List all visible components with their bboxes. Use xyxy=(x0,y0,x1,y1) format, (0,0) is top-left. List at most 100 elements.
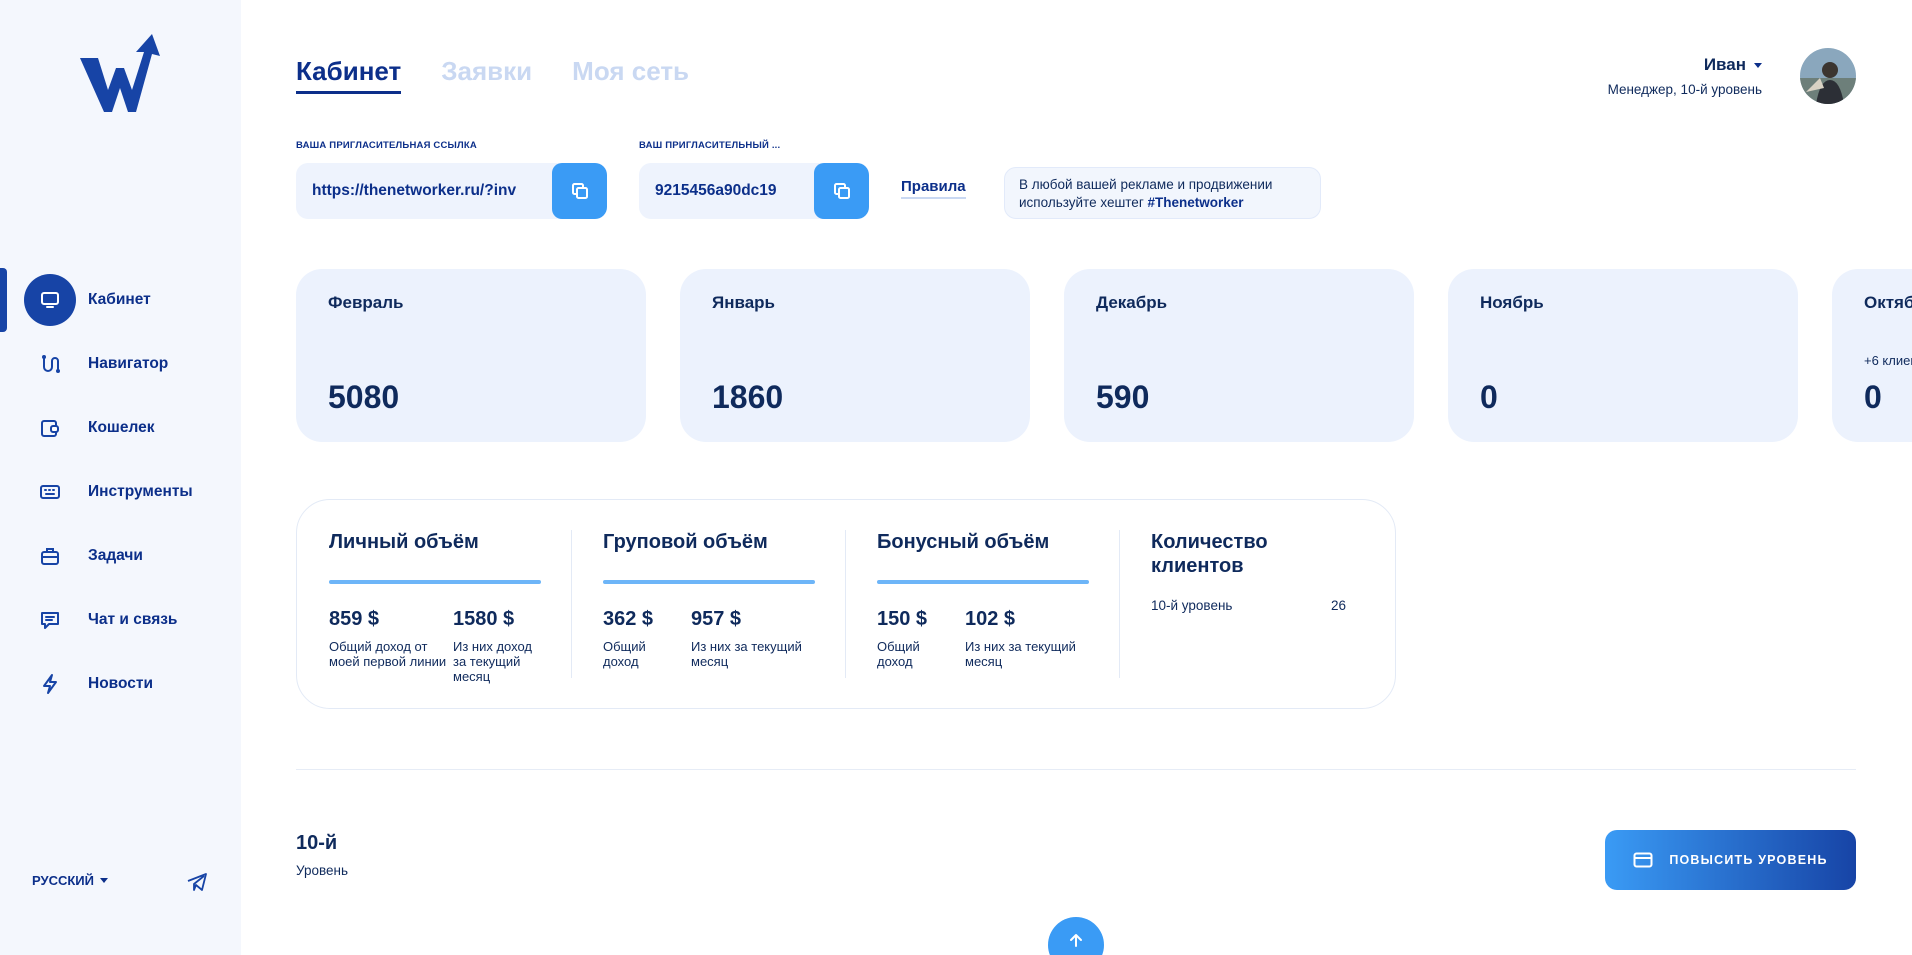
group-volume: Груповой объём 362 $ Общий доход 957 $ И… xyxy=(603,530,815,669)
month-name: Декабрь xyxy=(1096,293,1168,312)
volume-month: 957 $ xyxy=(691,608,742,630)
month-name: Январь xyxy=(712,293,776,312)
volume-title: Груповой объём xyxy=(603,531,768,553)
copy-icon xyxy=(833,183,850,199)
sidebar-item-label: Кабинет xyxy=(88,291,151,308)
sidebar: Кабинет Навигатор Кошелек Инструменты За… xyxy=(0,0,241,955)
user-menu[interactable]: Иван Менеджер, 10-й уровень xyxy=(1608,48,1856,104)
scroll-to-top-button[interactable] xyxy=(1048,917,1104,955)
copy-link-button[interactable] xyxy=(552,163,607,219)
month-value: 1860 xyxy=(712,379,784,415)
volume-month-desc: Из них за текущий месяц xyxy=(691,639,802,669)
volume-month-desc: Из них за текущий месяц xyxy=(965,639,1076,669)
card-icon xyxy=(1633,852,1653,868)
route-icon xyxy=(24,338,76,390)
clients-level-value: 26 xyxy=(1330,598,1346,613)
upgrade-level-button[interactable]: ПОВЫСИТЬ УРОВЕНЬ xyxy=(1605,830,1856,890)
sidebar-item-label: Навигатор xyxy=(88,355,169,372)
lightning-icon xyxy=(24,658,76,710)
wallet-icon xyxy=(24,402,76,454)
tab-cabinet[interactable]: Кабинет xyxy=(296,56,402,94)
sidebar-nav: Кабинет Навигатор Кошелек Инструменты За… xyxy=(0,268,241,716)
volume-month: 1580 $ xyxy=(453,608,515,630)
sidebar-item-label: Новости xyxy=(88,675,153,692)
month-card: Ноябрь 0 xyxy=(1448,269,1798,442)
sidebar-item-label: Чат и связь xyxy=(88,611,178,628)
sidebar-item-tools[interactable]: Инструменты xyxy=(0,460,241,524)
month-name: Октябрь xyxy=(1864,293,1912,312)
level-label: Уровень xyxy=(296,863,349,878)
logo-icon[interactable] xyxy=(78,30,162,114)
user-role: Менеджер, 10-й уровень xyxy=(1607,82,1762,97)
invite-code-caption: ВАШ ПРИГЛАСИТЕЛЬНЫЙ ... xyxy=(639,140,781,151)
month-value: 590 xyxy=(1096,379,1150,415)
divider xyxy=(1119,530,1120,678)
month-clients: +6 клиентов xyxy=(1864,353,1912,368)
sidebar-item-navigator[interactable]: Навигатор xyxy=(0,332,241,396)
month-card: Январь 1860 xyxy=(680,269,1030,442)
tab-my-network[interactable]: Моя сеть xyxy=(572,56,689,94)
month-card: Декабрь 590 xyxy=(1064,269,1414,442)
month-card: Октябрь +6 клиентов 0 xyxy=(1832,269,1912,442)
month-card: Февраль 5080 xyxy=(296,269,646,442)
volume-bar xyxy=(603,580,815,584)
header-tabs: Кабинет Заявки Моя сеть xyxy=(296,56,689,94)
volume-month-desc: Из них доход за текущий месяц xyxy=(453,639,533,684)
rules-link[interactable]: Правила xyxy=(901,178,966,199)
month-value: 5080 xyxy=(328,379,400,415)
month-value: 0 xyxy=(1480,379,1498,415)
invite-link-field: https://thenetworker.ru/?inv xyxy=(296,163,607,219)
month-name: Февраль xyxy=(328,293,404,312)
level-value: 10-й xyxy=(296,832,338,854)
volume-total-desc: Общий доход xyxy=(877,639,920,669)
monitor-icon xyxy=(24,274,76,326)
sidebar-item-tasks[interactable]: Задачи xyxy=(0,524,241,588)
volume-total: 362 $ xyxy=(603,608,654,630)
divider xyxy=(571,530,572,678)
language-selector[interactable]: РУССКИЙ xyxy=(32,873,108,888)
sidebar-item-wallet[interactable]: Кошелек xyxy=(0,396,241,460)
user-name: Иван xyxy=(1703,55,1746,74)
language-label: РУССКИЙ xyxy=(32,873,94,888)
avatar[interactable] xyxy=(1800,48,1856,104)
divider xyxy=(845,530,846,678)
volume-total: 859 $ xyxy=(329,608,380,630)
bonus-volume: Бонусный объём 150 $ Общий доход 102 $ И… xyxy=(877,530,1089,669)
month-value: 0 xyxy=(1864,379,1882,415)
clients-count: Количество клиентов 10-й уровень 26 xyxy=(1151,530,1363,613)
clients-level-label: 10-й уровень xyxy=(1151,598,1233,613)
personal-volume: Личный объём 859 $ Общий доход от моей п… xyxy=(329,530,541,684)
arrow-up-icon xyxy=(1070,934,1082,947)
sidebar-item-cabinet[interactable]: Кабинет xyxy=(0,268,241,332)
divider xyxy=(296,769,1856,770)
volumes-panel: Личный объём 859 $ Общий доход от моей п… xyxy=(296,499,1396,709)
invite-link-value[interactable]: https://thenetworker.ru/?inv xyxy=(296,182,552,200)
sidebar-item-label: Задачи xyxy=(88,547,143,564)
sidebar-item-label: Инструменты xyxy=(88,483,193,500)
hashtag-hint: В любой вашей рекламе и продвижении испо… xyxy=(1004,167,1321,219)
invite-link-caption: ВАША ПРИГЛАСИТЕЛЬНАЯ ССЫЛКА xyxy=(296,140,477,151)
invite-code-field: 9215456a90dc19 xyxy=(639,163,869,219)
volume-total-desc: Общий доход от моей первой линии xyxy=(329,639,447,669)
volume-title: Личный объём xyxy=(329,531,479,553)
hint-hashtag: #Thenetworker xyxy=(1147,195,1244,210)
volume-total-desc: Общий доход xyxy=(603,639,646,669)
upgrade-label: ПОВЫСИТЬ УРОВЕНЬ xyxy=(1669,853,1828,867)
copy-code-button[interactable] xyxy=(814,163,869,219)
volume-title: Бонусный объём xyxy=(877,531,1050,553)
chevron-down-icon xyxy=(1754,62,1762,68)
volume-month: 102 $ xyxy=(965,608,1016,630)
keyboard-icon xyxy=(24,466,76,518)
sidebar-item-news[interactable]: Новости xyxy=(0,652,241,716)
volume-total: 150 $ xyxy=(877,608,928,630)
invite-code-value[interactable]: 9215456a90dc19 xyxy=(639,182,814,200)
tab-requests[interactable]: Заявки xyxy=(441,56,532,94)
sidebar-item-chat[interactable]: Чат и связь xyxy=(0,588,241,652)
chevron-down-icon xyxy=(100,878,108,883)
user-name-row[interactable]: Иван xyxy=(1704,55,1762,75)
volume-bar xyxy=(877,580,1089,584)
copy-icon xyxy=(571,183,588,199)
telegram-icon[interactable] xyxy=(186,871,208,893)
volume-bar xyxy=(329,580,541,584)
month-name: Ноябрь xyxy=(1480,293,1544,312)
